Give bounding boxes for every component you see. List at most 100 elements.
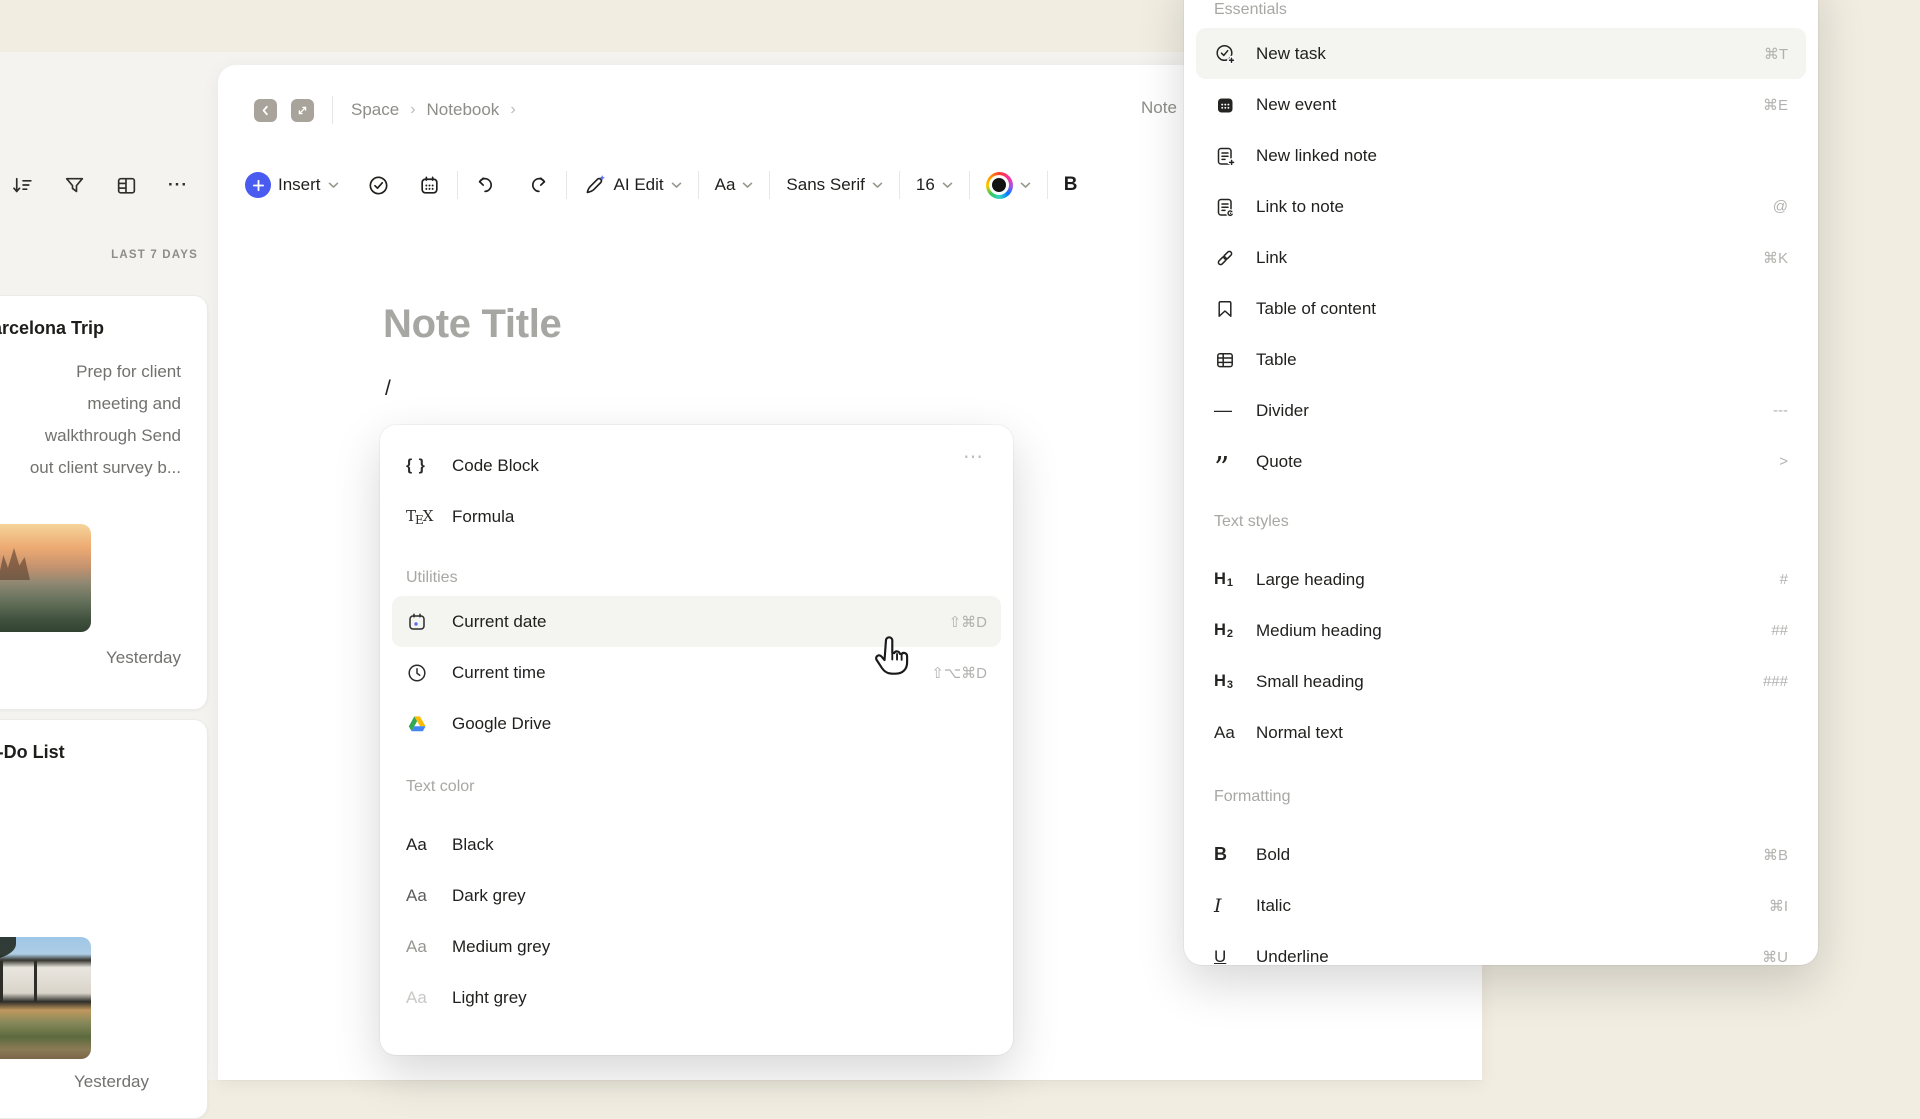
chevron-down-icon bbox=[743, 181, 753, 188]
board-view-icon[interactable] bbox=[114, 173, 138, 197]
slash-item-google-drive[interactable]: Google Drive bbox=[380, 698, 1013, 749]
redo-icon[interactable] bbox=[527, 174, 550, 197]
bold-icon: B bbox=[1214, 844, 1227, 864]
sidebar-section-label: LAST 7 DAYS bbox=[111, 249, 198, 261]
toolbar-divider bbox=[697, 171, 699, 199]
breadcrumb-separator: › bbox=[410, 101, 416, 118]
insert-menu: Essentials New task ⌘T New event ⌘E New … bbox=[1184, 0, 1818, 965]
toolbar-divider bbox=[968, 171, 970, 199]
breadcrumb-separator: › bbox=[510, 101, 516, 118]
tex-icon: TEX bbox=[406, 506, 434, 527]
menu-item-small-heading[interactable]: H3 Small heading ### bbox=[1184, 656, 1818, 707]
shortcut-label: > bbox=[1779, 453, 1788, 470]
text-style-button[interactable]: Aa bbox=[715, 175, 754, 195]
shortcut-label: ⇧⌥⌘D bbox=[931, 664, 987, 682]
toolbar-divider bbox=[1046, 171, 1048, 199]
divider-icon: — bbox=[1214, 400, 1232, 420]
italic-icon: I bbox=[1214, 894, 1222, 917]
undo-icon[interactable] bbox=[474, 174, 497, 197]
menu-item-divider[interactable]: — Divider --- bbox=[1184, 385, 1818, 436]
new-event-icon bbox=[1214, 94, 1248, 116]
menu-item-new-linked-note[interactable]: New linked note bbox=[1184, 130, 1818, 181]
menu-item-normal-text[interactable]: Aa Normal text bbox=[1184, 707, 1818, 758]
table-icon bbox=[1214, 349, 1248, 371]
toolbar-divider bbox=[456, 171, 458, 199]
menu-item-link[interactable]: Link ⌘K bbox=[1184, 232, 1818, 283]
calendar-icon[interactable] bbox=[418, 174, 441, 197]
cursor-pointer bbox=[868, 634, 914, 680]
slash-item-color-medium-grey[interactable]: Aa Medium grey bbox=[380, 921, 1013, 972]
h3-icon: H3 bbox=[1214, 672, 1234, 691]
text-color-button[interactable] bbox=[985, 171, 1031, 199]
card-timestamp: Yesterday bbox=[74, 1072, 149, 1091]
menu-item-medium-heading[interactable]: H2 Medium heading ## bbox=[1184, 605, 1818, 656]
popup-more-icon[interactable]: ⋯ bbox=[957, 443, 991, 470]
shortcut-label: ⌘K bbox=[1762, 249, 1788, 267]
font-family-select[interactable]: Sans Serif bbox=[786, 175, 883, 195]
menu-item-large-heading[interactable]: H1 Large heading # bbox=[1184, 554, 1818, 605]
braces-icon: { } bbox=[406, 456, 426, 474]
menu-item-underline-partial[interactable]: U Underline ⌘U bbox=[1184, 931, 1818, 966]
menu-item-quote[interactable]: ” Quote > bbox=[1184, 436, 1818, 487]
window-mullion bbox=[33, 961, 37, 1002]
house-photo-thumbnail bbox=[0, 937, 91, 1059]
editor-body[interactable]: / bbox=[385, 377, 391, 401]
h2-icon: H2 bbox=[1214, 621, 1234, 640]
quote-icon: ” bbox=[1214, 450, 1230, 486]
task-checkbox-icon[interactable] bbox=[367, 174, 390, 197]
menu-item-link-to-note[interactable]: Link to note @ bbox=[1184, 181, 1818, 232]
menu-item-italic[interactable]: I Italic ⌘I bbox=[1184, 880, 1818, 931]
ai-edit-button[interactable]: AI Edit bbox=[583, 173, 682, 197]
note-title-input[interactable]: Note Title bbox=[383, 302, 562, 347]
slash-item-code-block[interactable]: { } Code Block bbox=[380, 440, 1013, 491]
slash-item-formula[interactable]: TEX Formula bbox=[380, 491, 1013, 542]
city-silhouette bbox=[0, 548, 30, 580]
menu-item-table-of-content[interactable]: Table of content bbox=[1184, 283, 1818, 334]
shortcut-label: # bbox=[1779, 571, 1788, 588]
aa-dark-grey-icon: Aa bbox=[406, 885, 427, 905]
shortcut-label: ### bbox=[1762, 673, 1788, 690]
menu-item-bold[interactable]: B Bold ⌘B bbox=[1184, 829, 1818, 880]
sort-icon[interactable] bbox=[10, 173, 34, 197]
shortcut-label: ⌘B bbox=[1762, 846, 1788, 864]
slash-item-current-time[interactable]: Current time ⇧⌥⌘D bbox=[380, 647, 1013, 698]
barcelona-photo-thumbnail bbox=[0, 524, 91, 632]
chevron-down-icon bbox=[1020, 181, 1031, 188]
card-title: To-Do List bbox=[0, 742, 65, 762]
aa-icon: Aa bbox=[1214, 722, 1235, 742]
new-task-icon bbox=[1214, 43, 1248, 65]
slash-item-color-light-grey[interactable]: Aa Light grey bbox=[380, 972, 1013, 1023]
filter-icon[interactable] bbox=[62, 173, 86, 197]
more-icon[interactable]: ··· bbox=[166, 173, 190, 197]
aa-medium-grey-icon: Aa bbox=[406, 936, 427, 956]
slash-command-menu: ⋯ { } Code Block TEX Formula Utilities C… bbox=[380, 425, 1013, 1055]
note-card-barcelona-trip[interactable]: Barcelona Trip Prep for client meeting a… bbox=[0, 295, 208, 710]
bold-button[interactable]: B bbox=[1064, 174, 1078, 196]
note-card-to-do-list[interactable]: To-Do List Yesterday bbox=[0, 719, 208, 1119]
slash-item-color-dark-grey[interactable]: Aa Dark grey bbox=[380, 870, 1013, 921]
menu-item-new-task[interactable]: New task ⌘T bbox=[1196, 28, 1806, 79]
shortcut-label: ⌘E bbox=[1762, 96, 1788, 114]
slash-item-color-black[interactable]: Aa Black bbox=[380, 819, 1013, 870]
insert-button[interactable]: Insert bbox=[245, 172, 339, 198]
font-size-select[interactable]: 16 bbox=[916, 175, 953, 195]
shortcut-label: ⌘I bbox=[1768, 897, 1788, 915]
aa-black-icon: Aa bbox=[406, 834, 427, 854]
menu-section-essentials: Essentials bbox=[1214, 1, 1287, 18]
breadcrumb-space[interactable]: Space bbox=[351, 100, 399, 120]
menu-item-table[interactable]: Table bbox=[1184, 334, 1818, 385]
editor-header: Space › Notebook › bbox=[254, 95, 527, 125]
menu-item-new-event[interactable]: New event ⌘E bbox=[1184, 79, 1818, 130]
toolbar-divider bbox=[565, 171, 567, 199]
expand-icon[interactable] bbox=[291, 98, 314, 122]
link-to-note-icon bbox=[1214, 196, 1248, 218]
breadcrumb-notebook[interactable]: Notebook bbox=[427, 100, 500, 120]
menu-section-formatting: Formatting bbox=[1214, 788, 1291, 805]
menu-section-text-styles: Text styles bbox=[1214, 513, 1289, 530]
calendar-date-icon bbox=[406, 611, 438, 633]
new-linked-note-icon bbox=[1214, 145, 1248, 167]
back-button[interactable] bbox=[254, 98, 277, 122]
chevron-down-icon bbox=[942, 181, 953, 188]
google-drive-icon bbox=[406, 713, 438, 735]
toolbar-divider bbox=[898, 171, 900, 199]
